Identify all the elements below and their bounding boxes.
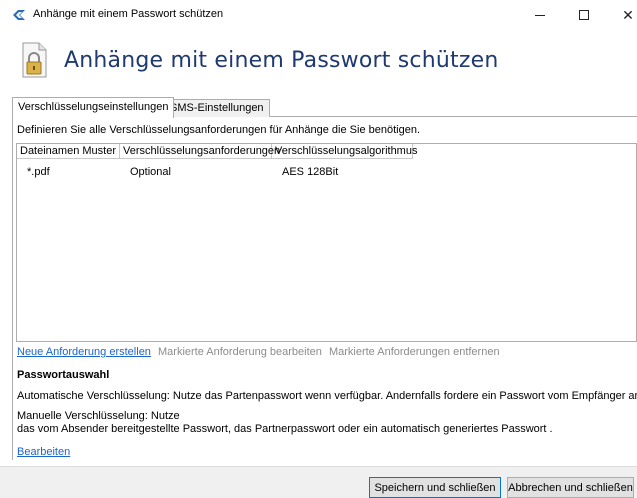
- minimize-button[interactable]: [518, 0, 562, 30]
- tab-strip: Verschlüsselungseinstellungen SMS-Einste…: [12, 97, 637, 118]
- edit-password-link[interactable]: Bearbeiten: [17, 446, 70, 458]
- create-requirement-link[interactable]: Neue Anforderung erstellen: [17, 346, 151, 358]
- table-cell-algorithm: AES 128Bit: [282, 166, 339, 178]
- table-row[interactable]: *.pdf Optional AES 128Bit: [17, 166, 413, 178]
- close-icon: ✕: [622, 6, 634, 23]
- dialog-footer: Speichern und schließen Abbrechen und sc…: [0, 466, 637, 498]
- page-title: Anhänge mit einem Passwort schützen: [64, 48, 499, 73]
- manual-encryption-text: Manuelle Verschlüsselung: Nutze: [17, 410, 180, 422]
- manual-encryption-detail: das vom Absender bereitgestellte Passwor…: [17, 423, 553, 435]
- column-header-requirements[interactable]: Verschlüsselungsanforderungen: [120, 144, 280, 159]
- intro-text: Definieren Sie alle Verschlüsselungsanfo…: [17, 124, 421, 136]
- edit-requirement-link: Markierte Anforderung bearbeiten: [158, 346, 322, 358]
- cancel-and-close-button[interactable]: Abbrechen und schließen: [507, 477, 634, 498]
- maximize-button[interactable]: [562, 0, 606, 30]
- tab-sms-einstellungen[interactable]: SMS-Einstellungen: [164, 99, 270, 117]
- table-header: Dateinamen Muster Verschlüsselungsanford…: [17, 144, 417, 159]
- close-button[interactable]: ✕: [606, 0, 637, 30]
- tab-verschluesselungseinstellungen[interactable]: Verschlüsselungseinstellungen: [12, 97, 175, 118]
- table-cell-requirement: Optional: [130, 166, 171, 178]
- requirement-actions: Neue Anforderung erstellen Markierte Anf…: [17, 346, 500, 358]
- locked-document-icon: [22, 42, 47, 78]
- password-selection-heading: Passwortauswahl: [17, 369, 110, 381]
- window-title: Anhänge mit einem Passwort schützen: [33, 8, 224, 20]
- column-header-algorithm[interactable]: Verschlüsselungsalgorithmus: [272, 144, 417, 159]
- remove-requirements-link: Markierte Anforderungen entfernen: [328, 346, 500, 358]
- save-and-close-button[interactable]: Speichern und schließen: [369, 477, 501, 498]
- minimize-icon: [535, 14, 545, 16]
- app-icon: [13, 10, 25, 20]
- window-titlebar: Anhänge mit einem Passwort schützen ✕: [0, 0, 637, 30]
- auto-encryption-text: Automatische Verschlüsselung: Nutze das …: [17, 390, 637, 402]
- column-header-filename-pattern[interactable]: Dateinamen Muster: [17, 144, 120, 159]
- requirements-table[interactable]: Dateinamen Muster Verschlüsselungsanford…: [16, 143, 637, 342]
- maximize-icon: [579, 10, 589, 20]
- table-cell-pattern: *.pdf: [27, 166, 50, 178]
